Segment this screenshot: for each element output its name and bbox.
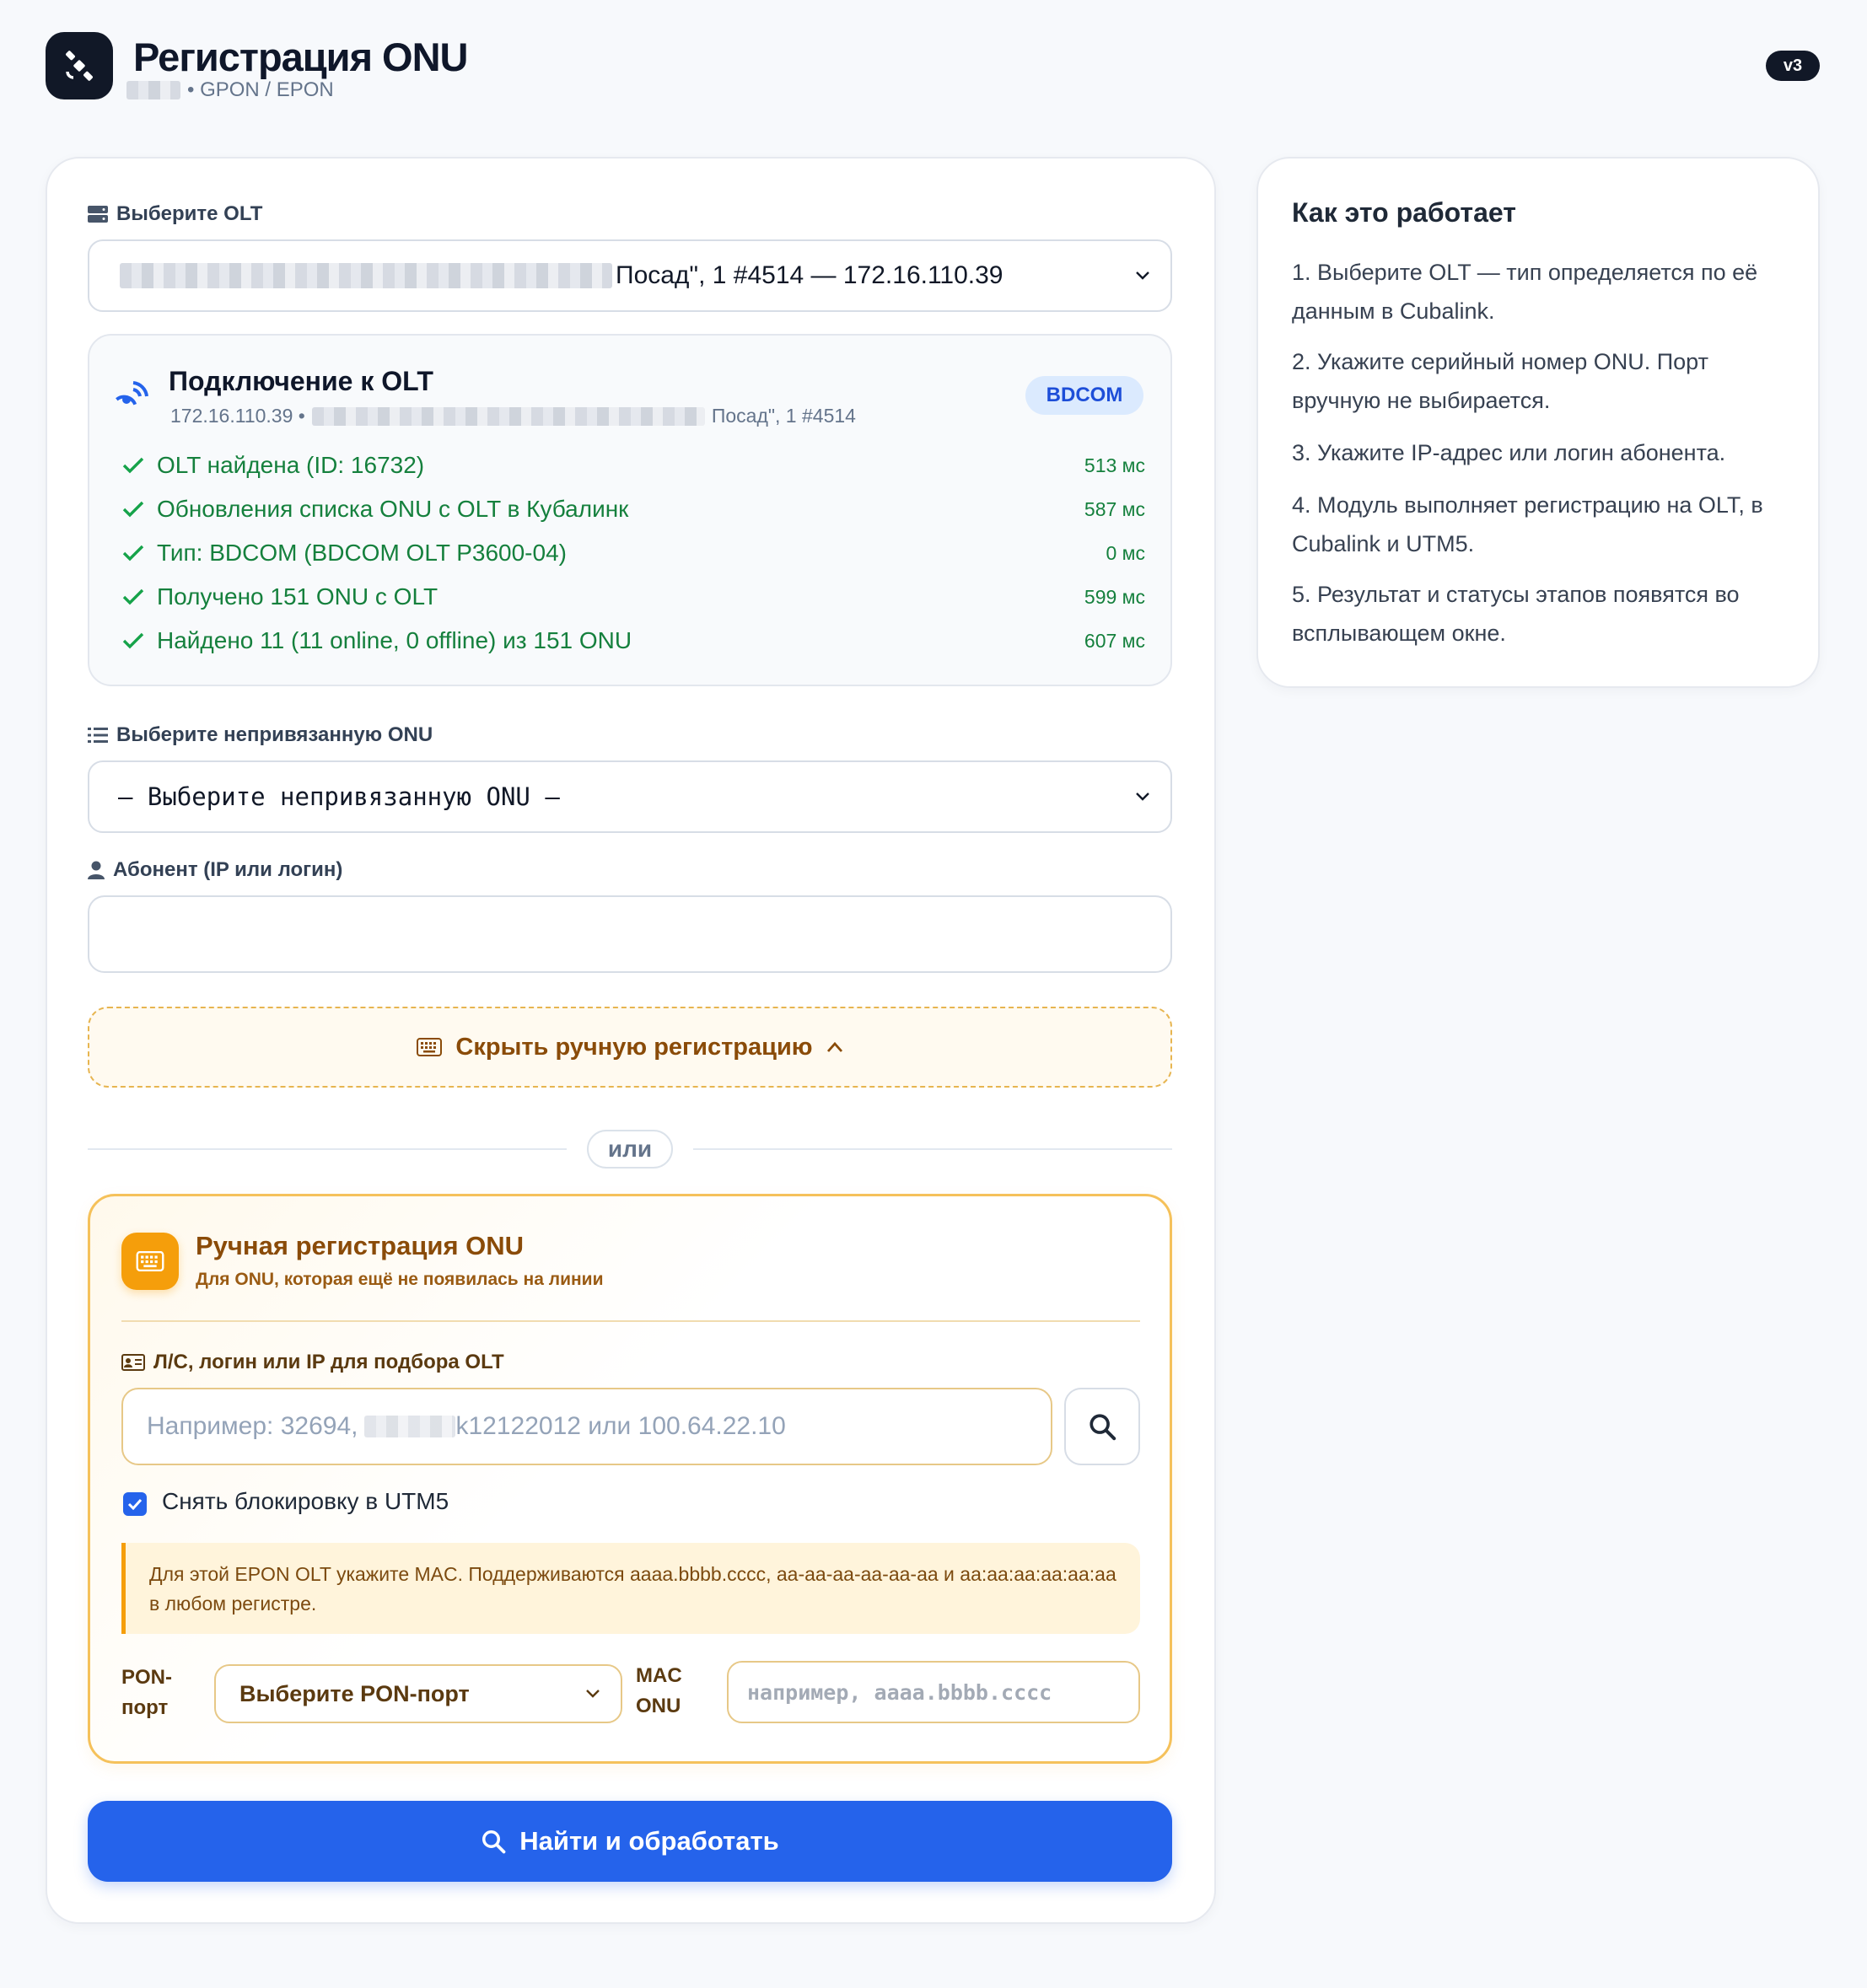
check-icon bbox=[127, 1498, 143, 1510]
connection-step: Получено 151 ONU с OLT 599 мс bbox=[116, 580, 1145, 614]
connection-subtitle: 172.16.110.39 • Посад", 1 #4514 bbox=[170, 405, 856, 427]
howto-item: 3. Укажите IP-адрес или логин абонента. bbox=[1292, 440, 1726, 465]
connection-title: Подключение к OLT bbox=[169, 366, 433, 396]
list-icon bbox=[88, 728, 108, 743]
connection-step: OLT найдена (ID: 16732) 513 мс bbox=[116, 449, 1145, 482]
find-and-process-button[interactable]: Найти и обработать bbox=[88, 1801, 1172, 1882]
satellite-icon bbox=[66, 51, 93, 81]
divider bbox=[88, 1148, 567, 1150]
subscriber-label: Абонент (IP или логин) bbox=[88, 858, 342, 882]
app-logo bbox=[46, 32, 113, 99]
chevron-down-icon bbox=[586, 1690, 600, 1698]
howto-item: 4. Модуль выполняет регистрацию на OLT, … bbox=[1292, 492, 1763, 556]
connection-step: Обновления списка ONU с OLT в Кубалинк 5… bbox=[116, 492, 1145, 526]
or-separator: или bbox=[587, 1130, 673, 1169]
check-icon bbox=[122, 545, 144, 561]
manual-search-input[interactable]: Например: 32694, k12122012 или 100.64.22… bbox=[121, 1388, 1052, 1465]
divider bbox=[121, 1320, 1140, 1322]
olt-type-badge: BDCOM bbox=[1025, 376, 1143, 415]
connection-step: Тип: BDCOM (BDCOM OLT P3600-04) 0 мс bbox=[116, 536, 1145, 570]
olt-select[interactable]: Посад", 1 #4514 — 172.16.110.39 bbox=[88, 239, 1172, 312]
check-icon bbox=[122, 501, 144, 518]
mac-onu-label: MAC ONU bbox=[636, 1664, 682, 1717]
pon-port-select[interactable]: Выберите PON-порт bbox=[214, 1664, 622, 1723]
chevron-down-icon bbox=[1136, 271, 1149, 280]
redacted-text bbox=[364, 1416, 456, 1437]
page-title: Регистрация ONU bbox=[133, 35, 469, 79]
user-icon bbox=[88, 861, 105, 879]
manual-subtitle: Для ONU, которая ещё не появилась на лин… bbox=[196, 1270, 604, 1289]
search-icon bbox=[1090, 1414, 1116, 1441]
search-icon bbox=[482, 1830, 506, 1854]
onu-select[interactable]: — Выберите непривязанную ONU — bbox=[88, 760, 1172, 833]
keyboard-icon bbox=[136, 1251, 164, 1271]
howto-item: 5. Результат и статусы этапов появятся в… bbox=[1292, 582, 1740, 646]
mac-onu-input[interactable]: например, aaaa.bbbb.cccc bbox=[727, 1661, 1140, 1723]
chevron-down-icon bbox=[1136, 793, 1149, 801]
page-subtitle: • GPON / EPON bbox=[126, 78, 334, 102]
keyboard-icon bbox=[417, 1038, 443, 1056]
howto-title: Как это работает bbox=[1292, 197, 1516, 228]
manual-search-button[interactable] bbox=[1064, 1388, 1140, 1465]
divider bbox=[693, 1148, 1172, 1150]
toggle-manual-button[interactable]: Скрыть ручную регистрацию bbox=[88, 1007, 1172, 1088]
redacted-text bbox=[120, 263, 612, 288]
version-badge: v3 bbox=[1766, 51, 1820, 81]
chevron-up-icon bbox=[826, 1041, 842, 1052]
connection-step: Найдено 11 (11 online, 0 offline) из 151… bbox=[116, 624, 1145, 658]
redacted-text bbox=[126, 81, 180, 99]
signal-icon bbox=[116, 381, 148, 406]
redacted-text bbox=[311, 406, 705, 426]
check-icon bbox=[122, 588, 144, 605]
check-icon bbox=[122, 457, 144, 474]
manual-title: Ручная регистрация ONU bbox=[196, 1231, 525, 1260]
subscriber-input[interactable] bbox=[88, 895, 1172, 973]
check-icon bbox=[122, 632, 144, 649]
server-icon bbox=[88, 206, 108, 223]
unlock-label[interactable]: Снять блокировку в UTM5 bbox=[162, 1488, 449, 1515]
howto-item: 2. Укажите серийный номер ONU. Порт вруч… bbox=[1292, 349, 1708, 413]
id-card-icon bbox=[121, 1354, 145, 1371]
onu-label: Выберите непривязанную ONU bbox=[88, 723, 433, 747]
pon-port-label: PON- порт bbox=[121, 1666, 172, 1719]
manual-search-label: Л/С, логин или IP для подбора OLT bbox=[121, 1351, 504, 1374]
olt-label: Выберите OLT bbox=[88, 202, 262, 226]
mac-format-note: Для этой EPON OLT укажите MAC. Поддержив… bbox=[121, 1543, 1140, 1634]
manual-icon-box bbox=[121, 1233, 179, 1290]
unlock-checkbox[interactable] bbox=[123, 1492, 147, 1516]
howto-item: 1. Выберите OLT — тип определяется по её… bbox=[1292, 260, 1758, 324]
